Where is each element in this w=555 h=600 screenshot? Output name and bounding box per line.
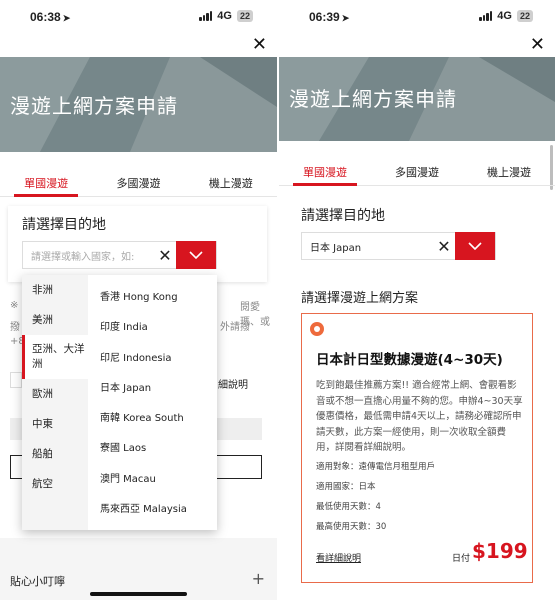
chevron-down-icon: [189, 251, 203, 259]
bg-checkbox: [10, 372, 22, 388]
country-item[interactable]: 日本 Japan: [88, 374, 217, 404]
page-banner: 漫遊上網方案申請: [0, 57, 277, 152]
tips-label: 貼心小叮嚀: [10, 575, 65, 588]
clear-icon[interactable]: ✕: [433, 237, 455, 256]
bg-line2-right: 外請撥: [220, 322, 250, 333]
close-row: ✕: [279, 36, 555, 56]
status-bar: 06:39 ➤ 4G 22: [279, 0, 555, 36]
roaming-tabs: 單國漫遊 多國漫遊 機上漫遊: [279, 161, 555, 186]
plan-max-days: 最高使用天數：30: [316, 522, 387, 532]
dropdown-button[interactable]: [455, 232, 495, 260]
country-item[interactable]: 印尼 Indonesia: [88, 344, 217, 374]
country-item[interactable]: 南韓 Korea South: [88, 404, 217, 434]
bg-detail-link: 細說明: [218, 380, 248, 391]
destination-label: 請選擇目的地: [301, 208, 385, 224]
region-item[interactable]: 中東: [22, 409, 88, 439]
country-item[interactable]: 寮國 Laos: [88, 434, 217, 464]
battery-icon: 22: [236, 10, 253, 22]
tab-multi-country[interactable]: 多國漫遊: [387, 161, 447, 185]
plan-title: 日本計日型數據漫遊(4~30天): [316, 352, 503, 368]
country-item[interactable]: 香港 Hong Kong: [88, 283, 217, 313]
plan-radio[interactable]: [310, 322, 324, 336]
plan-card[interactable]: 日本計日型數據漫遊(4~30天) 吃到飽最佳推薦方案!! 適合經常上網、會觀看影…: [301, 313, 533, 583]
right-screen: 06:39 ➤ 4G 22 ✕ 漫遊上網方案申請 單國漫遊 多國漫遊 機上漫遊 請…: [279, 0, 555, 600]
chevron-down-icon: [468, 242, 482, 250]
network-label: 4G: [497, 10, 512, 22]
region-item[interactable]: 歐洲: [22, 379, 88, 409]
destination-label: 請選擇目的地: [22, 217, 106, 233]
destination-search: 請選擇或輸入國家，如: ✕: [22, 241, 217, 269]
country-list: 香港 Hong Kong 印度 India 印尼 Indonesia 日本 Ja…: [88, 275, 217, 530]
close-icon[interactable]: ✕: [530, 36, 545, 54]
page-title: 漫遊上網方案申請: [289, 87, 457, 111]
tab-single-country[interactable]: 單國漫遊: [293, 161, 357, 186]
search-input[interactable]: 日本 Japan: [302, 239, 433, 254]
status-time: 06:39 ➤: [309, 10, 350, 24]
plan-price: $199: [472, 539, 528, 563]
close-row: ✕: [0, 36, 277, 56]
plan-applicable-country: 適用國家：日本: [316, 482, 376, 492]
search-input[interactable]: 請選擇或輸入國家，如:: [23, 248, 154, 263]
plan-applicable-users: 適用對象：遠傳電信月租型用戶: [316, 462, 436, 472]
destination-search: 日本 Japan ✕: [301, 232, 496, 260]
plus-icon[interactable]: +: [252, 569, 265, 588]
region-list: 非洲 美洲 亞洲、大洋洲 歐洲 中東 船舶 航空: [22, 275, 88, 530]
signal-icon: [199, 11, 213, 21]
plan-detail-link[interactable]: 看詳細說明: [316, 551, 361, 564]
status-time: 06:38 ➤: [30, 10, 71, 24]
signal-icon: [479, 11, 493, 21]
bg-gray-band: [0, 538, 277, 560]
left-screen: 06:38 ➤ 4G 22 ✕ 漫遊上網方案申請 單國漫遊 多國漫遊 機上漫遊 請…: [0, 0, 277, 600]
plan-description: 吃到飽最佳推薦方案!! 適合經常上網、會觀看影音或不想一直擔心用量不夠的您。申辦…: [316, 380, 523, 453]
clear-icon[interactable]: ✕: [154, 246, 176, 265]
tab-in-flight[interactable]: 機上漫遊: [479, 161, 539, 185]
dropdown-button[interactable]: [176, 241, 216, 269]
roaming-tabs: 單國漫遊 多國漫遊 機上漫遊: [0, 172, 277, 197]
region-item-active[interactable]: 亞洲、大洋洲: [22, 335, 88, 379]
price-label: 日付: [452, 554, 471, 564]
status-bar: 06:38 ➤ 4G 22: [0, 0, 277, 36]
country-item[interactable]: 馬來西亞 Malaysia: [88, 495, 217, 525]
plan-min-days: 最低使用天數：4: [316, 502, 381, 512]
battery-icon: 22: [516, 10, 533, 22]
status-indicators: 4G 22: [199, 10, 253, 22]
country-item[interactable]: 印度 India: [88, 313, 217, 343]
destination-dropdown: 非洲 美洲 亞洲、大洋洲 歐洲 中東 船舶 航空 香港 Hong Kong 印度…: [22, 275, 217, 530]
region-item[interactable]: 非洲: [22, 275, 88, 305]
location-arrow-icon: ➤: [341, 13, 350, 23]
bg-note-mark: ※: [10, 300, 19, 311]
location-arrow-icon: ➤: [62, 13, 71, 23]
region-item[interactable]: 航空: [22, 469, 88, 499]
region-item[interactable]: 船舶: [22, 439, 88, 469]
country-item[interactable]: 澳門 Macau: [88, 465, 217, 495]
network-label: 4G: [217, 10, 232, 22]
page-title: 漫遊上網方案申請: [10, 94, 178, 118]
home-indicator: [90, 592, 187, 596]
status-indicators: 4G 22: [479, 10, 533, 22]
tab-in-flight[interactable]: 機上漫遊: [201, 172, 261, 196]
bg-line2-left: 撥: [10, 322, 20, 333]
page-banner: 漫遊上網方案申請: [279, 57, 555, 141]
plan-heading: 請選擇漫遊上網方案: [301, 291, 419, 306]
region-item[interactable]: 美洲: [22, 305, 88, 335]
tab-multi-country[interactable]: 多國漫遊: [108, 172, 168, 196]
close-icon[interactable]: ✕: [252, 36, 267, 54]
tab-single-country[interactable]: 單國漫遊: [14, 172, 79, 197]
